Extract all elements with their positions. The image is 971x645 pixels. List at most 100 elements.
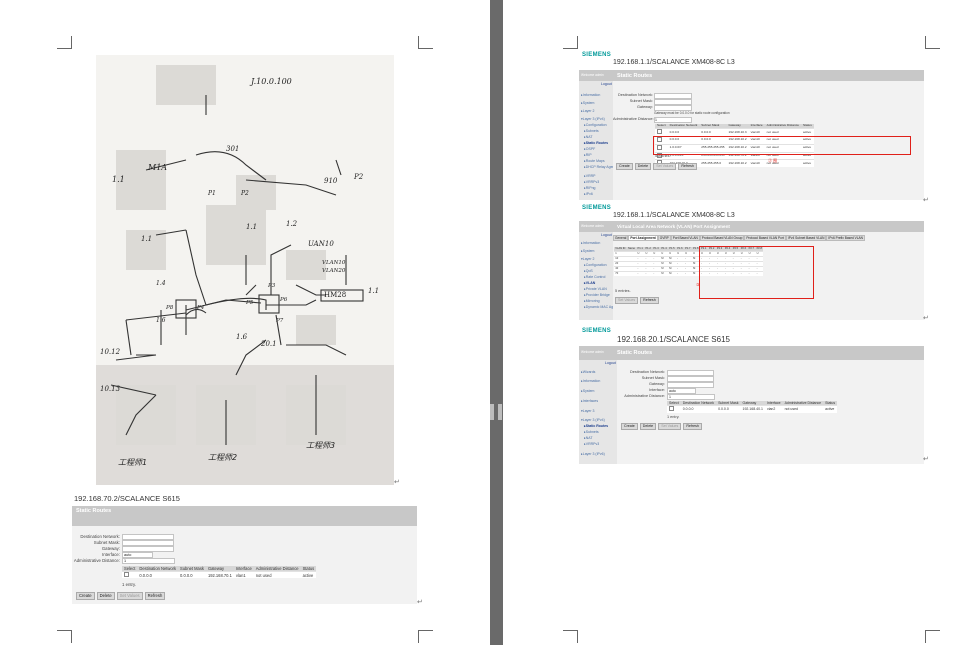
- table-cell[interactable]: -: [652, 271, 661, 276]
- create-button[interactable]: Create: [76, 592, 95, 600]
- sketch-lines: [110, 95, 364, 445]
- field-label: Subnet Mask:: [93, 540, 120, 545]
- sketch-label: 1.1: [141, 235, 153, 243]
- table-cell[interactable]: -: [683, 271, 692, 276]
- sidebar-item[interactable]: ▸Information: [581, 379, 600, 383]
- sidebar-item[interactable]: ▸Configuration: [584, 123, 607, 127]
- sidebar-item[interactable]: ▸IPv6: [584, 192, 593, 196]
- column-header: Interface: [748, 123, 765, 129]
- tab-general[interactable]: General: [613, 235, 629, 241]
- tab-port-based-vlan[interactable]: Port Based VLAN: [670, 235, 700, 241]
- tab-protocol-group[interactable]: Protocol Based VLAN Group: [699, 235, 745, 241]
- tab-gvrp[interactable]: GVRP: [657, 235, 671, 241]
- sketch-label: 301: [226, 145, 240, 153]
- crop-mark: [418, 630, 433, 643]
- sketch-label: P7: [276, 318, 284, 324]
- sidebar-item[interactable]: ▾Layer 3 (IPv4): [581, 117, 605, 121]
- sidebar-item[interactable]: ▸Private VLAN: [584, 287, 607, 291]
- delete-button[interactable]: Delete: [634, 163, 652, 170]
- refresh-button[interactable]: Refresh: [640, 297, 659, 304]
- administrative-distance-input[interactable]: 1: [122, 558, 175, 564]
- sidebar-item[interactable]: ▸QoS: [584, 269, 593, 273]
- table-cell[interactable]: M: [660, 271, 668, 276]
- device-title: 192.168.1.1/SCALANCE XM408-8C L3: [613, 59, 735, 66]
- sidebar-item[interactable]: ▸DHCP Relay Agent: [584, 165, 615, 169]
- sketch-label: P8: [166, 305, 174, 311]
- tab-protocol-port[interactable]: Protocol Based VLAN Port: [744, 235, 786, 241]
- delete-button[interactable]: Delete: [96, 592, 115, 600]
- sidebar-item[interactable]: ▸Layer 3 (IPv6): [581, 452, 605, 456]
- sidebar-item[interactable]: ▸OSPF: [584, 147, 595, 151]
- create-button[interactable]: Create: [616, 163, 633, 170]
- sidebar-item[interactable]: ▸System: [581, 389, 594, 393]
- select-cell[interactable]: [667, 405, 681, 413]
- table-cell[interactable]: -: [675, 271, 684, 276]
- row-checkbox[interactable]: [124, 572, 129, 578]
- table-cell[interactable]: M: [667, 271, 676, 276]
- logout-link[interactable]: Logout: [601, 82, 612, 86]
- create-button[interactable]: Create: [621, 423, 638, 430]
- refresh-button[interactable]: Refresh: [144, 592, 166, 600]
- tab-ipv4-subnet[interactable]: IPv4 Subnet Based VLAN: [785, 235, 827, 241]
- administrative-distance-input[interactable]: 1: [667, 394, 715, 400]
- sidebar-item[interactable]: ▸Information: [581, 241, 600, 245]
- sidebar-item[interactable]: ▸Mirroring: [584, 299, 600, 303]
- delete-button[interactable]: Delete: [639, 423, 657, 430]
- column-header: Destination Network: [137, 566, 179, 572]
- sidebar-item[interactable]: ▸System: [581, 101, 594, 105]
- column-header: Administrative Distance: [253, 566, 301, 572]
- table-header-row: Select Destination Network Subnet Mask G…: [667, 401, 838, 406]
- set-values-button[interactable]: Set Values: [658, 423, 682, 430]
- sidebar-item[interactable]: ▸Provider Bridge: [584, 293, 610, 297]
- tab-ipv6-prefix[interactable]: IPv6 Prefix Based VLAN: [826, 235, 865, 241]
- sidebar-item[interactable]: ▸Rate Control: [584, 275, 605, 279]
- row-checkbox[interactable]: [669, 406, 674, 412]
- sidebar-item[interactable]: ▸NAT: [584, 135, 593, 139]
- sidebar-item[interactable]: ▸RIP: [584, 153, 592, 157]
- sketch-label: 1.6: [236, 333, 248, 341]
- sidebar-item[interactable]: ▸Wizards: [581, 370, 595, 374]
- set-values-button[interactable]: Set Values: [116, 592, 143, 600]
- select-cell[interactable]: [122, 571, 138, 579]
- table-cell[interactable]: -: [636, 271, 645, 276]
- tab-bar: General Port Assignment GVRP Port Based …: [613, 235, 865, 241]
- sidebar-item-vlan[interactable]: ▸VLAN: [584, 281, 595, 285]
- siemens-logo: SIEMENS: [582, 328, 612, 334]
- logout-link[interactable]: Logout: [601, 233, 612, 237]
- row-checkbox[interactable]: [657, 129, 662, 134]
- sidebar-item-static-routes[interactable]: ▸Static Routes: [584, 424, 608, 428]
- sidebar-item-static-routes[interactable]: ▸Static Routes: [584, 141, 608, 145]
- content-area: Destination Network: Subnet Mask: Gatewa…: [613, 81, 924, 200]
- sidebar-item[interactable]: ▾Layer 2: [581, 257, 594, 261]
- sidebar-item[interactable]: ▾Layer 3: [581, 409, 594, 413]
- table-cell[interactable]: -: [644, 271, 653, 276]
- tab-port-assignment[interactable]: Port Assignment: [628, 235, 658, 241]
- sketch-label: 工程师1: [118, 458, 148, 467]
- sidebar-item[interactable]: ▸System: [581, 249, 594, 253]
- sidebar-item[interactable]: ▸Configuration: [584, 263, 607, 267]
- logout-link[interactable]: Logout: [605, 361, 616, 365]
- set-values-button[interactable]: Set Values: [653, 163, 677, 170]
- sidebar-item[interactable]: ▸VRRPv3: [584, 180, 599, 184]
- sidebar-item[interactable]: ▸NAT: [584, 436, 593, 440]
- sidebar-item[interactable]: ▸Route Maps: [584, 159, 605, 163]
- sidebar-item[interactable]: ▸Information: [581, 93, 600, 97]
- column-header: Administrative Distance: [764, 123, 801, 129]
- sidebar-item[interactable]: ▸Layer 2: [581, 109, 594, 113]
- sidebar-item[interactable]: ▾Layer 3 (IPv4): [581, 418, 605, 422]
- field-label: Administrative Distance:: [73, 558, 120, 563]
- paragraph-mark: ↵: [417, 599, 423, 606]
- sidebar-item[interactable]: ▸Subnets: [584, 430, 599, 434]
- table-header-row: Select Destination Network Subnet Mask G…: [122, 566, 317, 572]
- sidebar-item[interactable]: ▸Subnets: [584, 129, 599, 133]
- table-cell: 0.0.0.0: [178, 571, 206, 579]
- refresh-button[interactable]: Refresh: [683, 423, 702, 430]
- set-values-button[interactable]: Set Values: [615, 297, 639, 304]
- sidebar-item[interactable]: ▸VRRPv3: [584, 442, 599, 446]
- refresh-button[interactable]: Refresh: [678, 163, 697, 170]
- sidebar-item[interactable]: ▸RIPng: [584, 186, 595, 190]
- gutter-handle[interactable]: [490, 404, 503, 420]
- table-cell: 192.168.10.2: [726, 159, 749, 168]
- sidebar-item[interactable]: ▸VRRP: [584, 174, 595, 178]
- sidebar-item[interactable]: ▸Interfaces: [581, 399, 598, 403]
